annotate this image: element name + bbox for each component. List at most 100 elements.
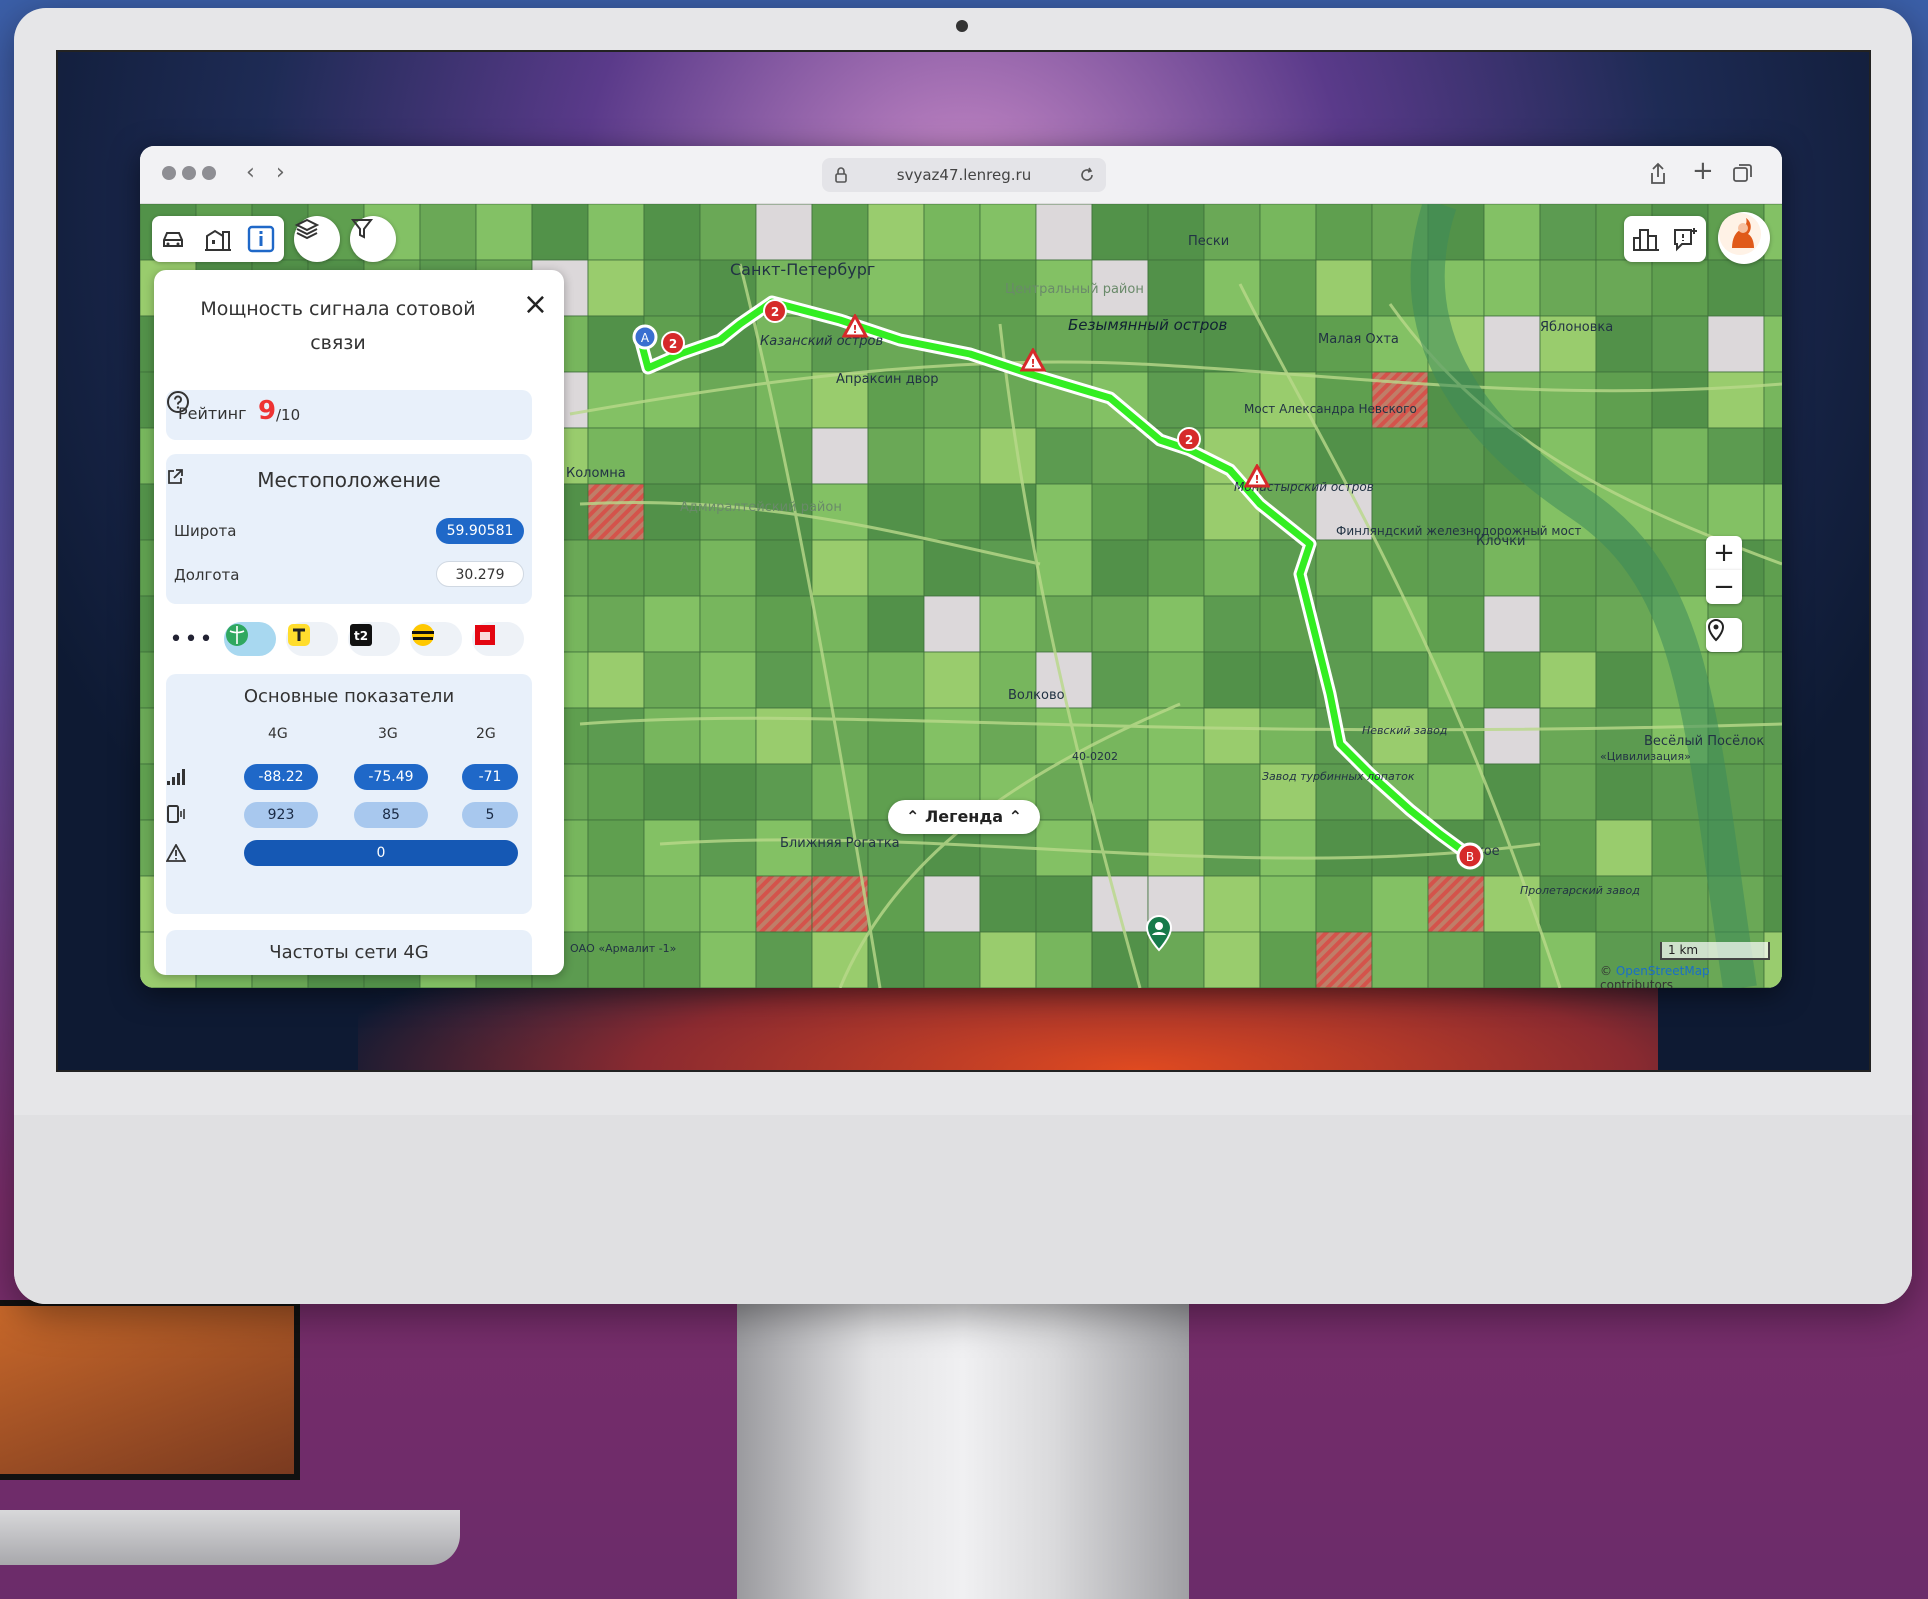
- coverage-cell[interactable]: [867, 539, 925, 597]
- route-end-marker[interactable]: B: [1454, 840, 1486, 872]
- coverage-cell[interactable]: [1035, 483, 1093, 541]
- coverage-cell[interactable]: [1651, 259, 1709, 317]
- coverage-cell[interactable]: [1651, 427, 1709, 485]
- map-view[interactable]: Санкт-Петербург Центральный район Безымя…: [140, 204, 1782, 988]
- coverage-cell[interactable]: [1539, 819, 1597, 877]
- coverage-cell[interactable]: [419, 204, 477, 261]
- coverage-cell[interactable]: [1259, 204, 1317, 261]
- coverage-cell[interactable]: [699, 371, 757, 429]
- city-buildings-icon[interactable]: [1632, 226, 1660, 252]
- coverage-cell[interactable]: [1427, 651, 1485, 709]
- coverage-cell[interactable]: [699, 204, 757, 261]
- coverage-cell[interactable]: [1315, 819, 1373, 877]
- share-icon[interactable]: [1648, 162, 1668, 186]
- coverage-cell[interactable]: [1035, 427, 1093, 485]
- coverage-cell[interactable]: [1763, 595, 1782, 653]
- coverage-cell[interactable]: [643, 875, 701, 933]
- coverage-cell[interactable]: [867, 651, 925, 709]
- coverage-cell[interactable]: [1259, 315, 1317, 373]
- coverage-cell[interactable]: [531, 204, 589, 261]
- coverage-cell[interactable]: [811, 204, 869, 261]
- coverage-cell[interactable]: [1035, 539, 1093, 597]
- coverage-cell[interactable]: [1091, 875, 1149, 933]
- devices-2g-value[interactable]: 5: [462, 802, 518, 828]
- coverage-cell[interactable]: [1259, 371, 1317, 429]
- coverage-cell[interactable]: [1483, 259, 1541, 317]
- coverage-cell[interactable]: [755, 875, 813, 933]
- coverage-cell[interactable]: [923, 427, 981, 485]
- coverage-cell[interactable]: [979, 931, 1037, 988]
- coverage-cell[interactable]: [699, 763, 757, 821]
- coverage-cell[interactable]: [1539, 204, 1597, 261]
- coverage-cell[interactable]: [643, 539, 701, 597]
- reload-icon[interactable]: [1078, 166, 1096, 184]
- coverage-cell[interactable]: [1483, 651, 1541, 709]
- coverage-cell[interactable]: [1763, 371, 1782, 429]
- coverage-cell[interactable]: [1371, 875, 1429, 933]
- coverage-cell[interactable]: [923, 931, 981, 988]
- coverage-cell[interactable]: [587, 931, 645, 988]
- coverage-cell[interactable]: [755, 707, 813, 765]
- coverage-cell[interactable]: [1147, 539, 1205, 597]
- coverage-cell[interactable]: [1315, 259, 1373, 317]
- coverage-cell[interactable]: [1427, 931, 1485, 988]
- operator-mts-button[interactable]: [472, 622, 524, 656]
- coverage-cell[interactable]: [1651, 819, 1709, 877]
- coverage-cell[interactable]: [699, 595, 757, 653]
- coverage-cell[interactable]: [979, 204, 1037, 261]
- coverage-cell[interactable]: [1651, 371, 1709, 429]
- coverage-cell[interactable]: [811, 539, 869, 597]
- zoom-in-button[interactable]: +: [1706, 536, 1742, 570]
- devices-4g-value[interactable]: 923: [244, 802, 318, 828]
- coverage-cell[interactable]: [587, 259, 645, 317]
- coverage-cell[interactable]: [643, 763, 701, 821]
- coverage-cell[interactable]: [923, 875, 981, 933]
- coverage-cell[interactable]: [1651, 315, 1709, 373]
- coverage-cell[interactable]: [979, 595, 1037, 653]
- coverage-cell[interactable]: [699, 931, 757, 988]
- user-avatar-button[interactable]: [1718, 212, 1770, 264]
- coverage-cell[interactable]: [1427, 763, 1485, 821]
- coverage-cell[interactable]: [1259, 707, 1317, 765]
- coverage-cell[interactable]: [587, 483, 645, 541]
- locate-me-button[interactable]: [1706, 618, 1742, 652]
- coverage-cell[interactable]: [979, 427, 1037, 485]
- coverage-cell[interactable]: [643, 651, 701, 709]
- coverage-cell[interactable]: [699, 539, 757, 597]
- window-zoom-dot[interactable]: [202, 166, 216, 180]
- coverage-cell[interactable]: [1595, 371, 1653, 429]
- coverage-cell[interactable]: [755, 595, 813, 653]
- coverage-cell[interactable]: [755, 763, 813, 821]
- coverage-cell[interactable]: [1091, 204, 1149, 261]
- tabs-overview-icon[interactable]: [1732, 162, 1754, 184]
- coverage-cell[interactable]: [867, 595, 925, 653]
- coverage-cell[interactable]: [1315, 539, 1373, 597]
- coverage-cell[interactable]: [1651, 875, 1709, 933]
- window-close-dot[interactable]: [162, 166, 176, 180]
- forward-arrow-icon[interactable]: ›: [276, 160, 285, 185]
- coverage-cell[interactable]: [587, 651, 645, 709]
- coverage-cell[interactable]: [699, 875, 757, 933]
- coverage-cell[interactable]: [1483, 315, 1541, 373]
- coverage-cell[interactable]: [1147, 483, 1205, 541]
- coverage-cell[interactable]: [755, 931, 813, 988]
- coverage-cell[interactable]: [699, 819, 757, 877]
- coverage-cell[interactable]: [1763, 651, 1782, 709]
- coverage-cell[interactable]: [587, 763, 645, 821]
- route-start-marker[interactable]: A: [630, 322, 660, 352]
- warning-marker-icon[interactable]: !: [842, 314, 868, 338]
- address-bar[interactable]: svyaz47.lenreg.ru: [822, 158, 1106, 192]
- operator-t2-button[interactable]: t2: [348, 622, 400, 656]
- coverage-cell[interactable]: [1315, 931, 1373, 988]
- coverage-cell[interactable]: [1371, 931, 1429, 988]
- coverage-cell[interactable]: [1707, 371, 1765, 429]
- feedback-icon[interactable]: [1672, 226, 1700, 252]
- coverage-cell[interactable]: [1539, 763, 1597, 821]
- coverage-cell[interactable]: [1315, 595, 1373, 653]
- coverage-cell[interactable]: [811, 427, 869, 485]
- coverage-cell[interactable]: [979, 707, 1037, 765]
- coverage-cell[interactable]: [1147, 595, 1205, 653]
- coverage-cell[interactable]: [1707, 427, 1765, 485]
- coverage-cell[interactable]: [1259, 651, 1317, 709]
- coverage-cell[interactable]: [1707, 651, 1765, 709]
